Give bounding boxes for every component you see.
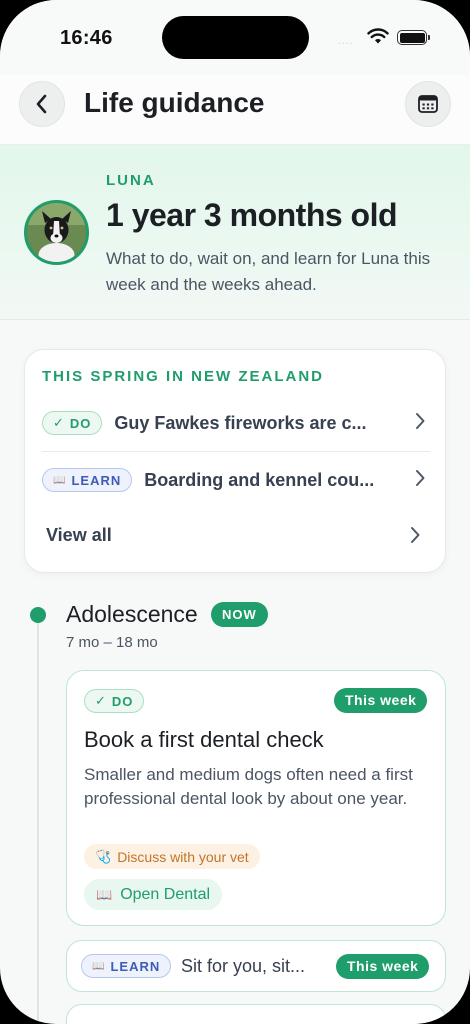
chip-label: LEARN [110,958,161,974]
book-icon: 📖 [92,960,105,972]
pet-age: 1 year 3 months old [106,197,398,233]
seasonal-item-boarding[interactable]: 📖 LEARN Boarding and kennel cou... [42,452,430,508]
this-week-badge: This week [336,954,430,979]
book-icon: 📖 [53,474,66,486]
open-dental-label: Open Dental [120,885,211,903]
view-all-link[interactable]: View all [46,525,112,546]
stethoscope-icon: 🩺 [95,848,112,864]
chevron-right-icon [416,413,425,429]
calendar-icon [418,95,438,113]
battery-icon [397,30,430,45]
status-bar: 16:46 .... [0,0,470,75]
book-icon: 📖 [96,886,113,902]
chip-label: DO [69,415,92,431]
seasonal-card-title: THIS SPRING IN NEW ZEALAND [42,368,325,385]
timeline-line [37,614,39,1024]
now-badge: NOW [211,602,268,627]
chevron-left-icon [36,94,47,114]
calendar-button[interactable] [405,81,451,127]
task-card-dental[interactable]: ✓ DO This week Book a first dental check… [66,670,446,926]
task-title: Sit for you, sit... [181,956,306,976]
chip-label: DO [111,693,134,709]
back-button[interactable] [19,81,65,127]
stage-title: Adolescence [66,601,198,627]
page-title: Life guidance [84,87,265,118]
status-time: 16:46 [60,27,113,49]
chevron-right-icon [416,470,425,486]
pet-name: LUNA [106,172,156,189]
learn-chip: 📖 LEARN [81,954,172,978]
signal-icon: .... [338,36,354,47]
timeline-dot [30,607,46,623]
phone-screen: 16:46 .... Life guidance LUNA 1 year 3 m… [0,0,470,1024]
do-chip: ✓ DO [42,411,103,435]
check-icon: ✓ [95,693,106,708]
nav-bar: Life guidance [0,75,470,145]
check-icon: ✓ [53,415,64,430]
seasonal-card: THIS SPRING IN NEW ZEALAND ✓ DO Guy Fawk… [24,349,446,573]
do-chip: ✓ DO [84,689,145,713]
task-card-partial[interactable] [66,1004,446,1024]
dynamic-island [162,16,309,59]
seasonal-item-text: Guy Fawkes fireworks are c... [114,412,367,433]
task-title: Book a first dental check [84,727,324,752]
open-dental-button[interactable]: 📖 Open Dental [84,879,223,910]
pet-description: What to do, wait on, and learn for Luna … [106,249,431,294]
dog-photo [27,203,86,262]
chip-label: LEARN [71,472,122,488]
pet-avatar [24,200,89,265]
vet-chip-label: Discuss with your vet [117,848,249,865]
task-description: Smaller and medium dogs often need a fir… [84,765,413,808]
stage-range: 7 mo – 18 mo [66,634,158,651]
learn-chip: 📖 LEARN [42,468,133,492]
seasonal-item-fireworks[interactable]: ✓ DO Guy Fawkes fireworks are c... [42,395,430,451]
vet-chip: 🩺 Discuss with your vet [84,844,260,869]
seasonal-item-text: Boarding and kennel cou... [144,469,375,490]
this-week-badge: This week [334,688,428,713]
chevron-right-icon[interactable] [409,526,421,544]
pet-header: LUNA 1 year 3 months old What to do, wai… [0,145,470,320]
wifi-icon [367,28,389,44]
task-card-sit[interactable]: 📖 LEARN Sit for you, sit... This week [66,940,446,992]
